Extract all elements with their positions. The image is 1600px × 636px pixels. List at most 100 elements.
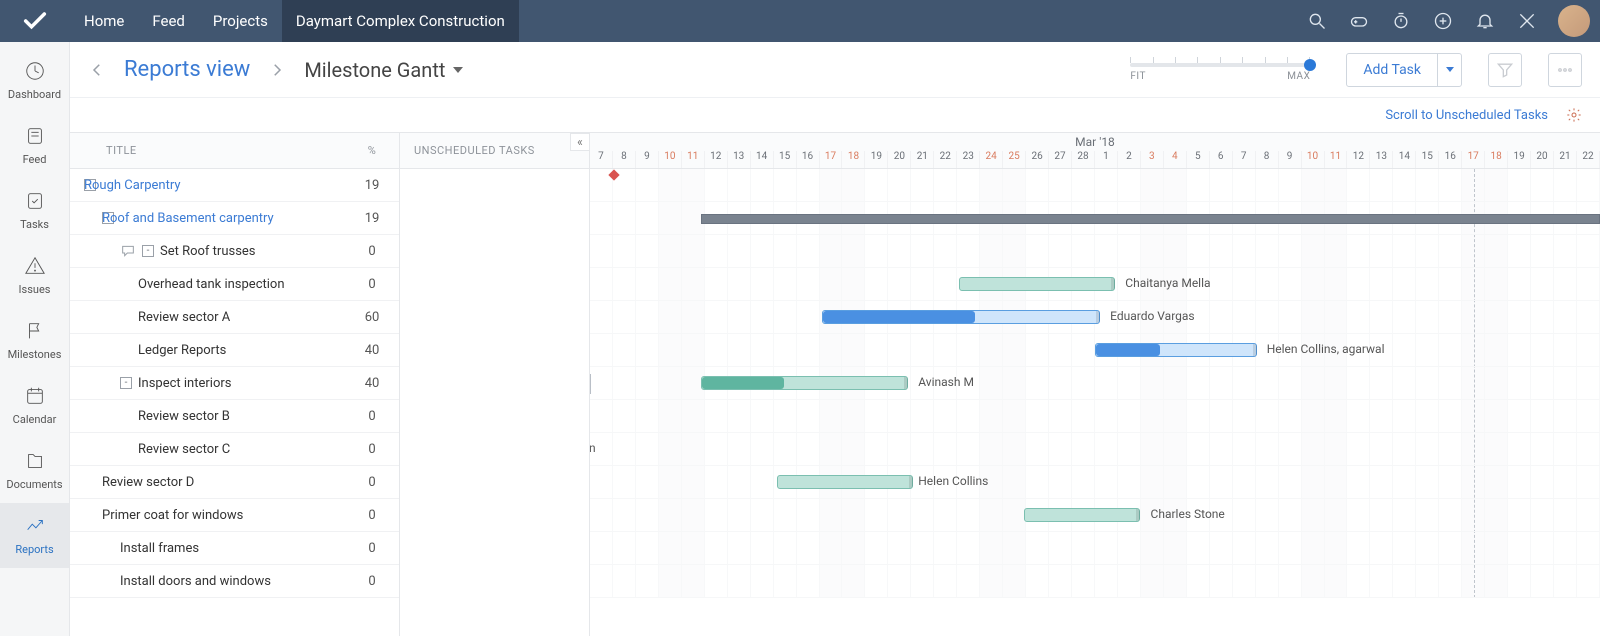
sidenav-reports[interactable]: Reports [0, 503, 69, 568]
col-header-title[interactable]: TITLE [70, 144, 345, 157]
expander-icon[interactable]: - [120, 377, 132, 389]
add-task-dropdown[interactable] [1437, 54, 1461, 86]
bell-icon[interactable] [1464, 0, 1506, 42]
task-label[interactable]: Ledger Reports [138, 343, 226, 358]
task-label[interactable]: Review sector A [138, 310, 230, 325]
filter-button[interactable] [1488, 53, 1522, 87]
nav-projects[interactable]: Projects [199, 0, 282, 42]
zoom-slider[interactable]: FITMAX [1130, 57, 1310, 82]
nav-feed[interactable]: Feed [138, 0, 199, 42]
task-label[interactable]: Set Roof trusses [160, 244, 256, 259]
gantt-bar[interactable] [959, 277, 1116, 291]
task-label[interactable]: Review sector D [102, 475, 194, 490]
app-logo[interactable] [0, 0, 70, 42]
task-percent: 0 [345, 409, 399, 424]
task-row[interactable]: Primer coat for windows0 [70, 499, 399, 532]
gantt-summary-bar[interactable] [701, 214, 1600, 224]
collapse-unscheduled-icon[interactable]: « [570, 133, 590, 151]
nav-home[interactable]: Home [70, 0, 138, 42]
task-label[interactable]: Install frames [120, 541, 199, 556]
more-button[interactable] [1548, 53, 1582, 87]
scroll-to-unscheduled-link[interactable]: Scroll to Unscheduled Tasks [1385, 108, 1548, 123]
task-label[interactable]: Inspect interiors [138, 376, 231, 391]
bar-resize-handle[interactable] [1253, 344, 1257, 356]
task-row[interactable]: Review sector B 0 [70, 400, 399, 433]
task-row[interactable]: Install frames0 [70, 532, 399, 565]
back-arrow-icon[interactable] [88, 61, 106, 79]
gantt-bar[interactable] [1095, 343, 1257, 357]
task-row[interactable]: Ledger Reports40 [70, 334, 399, 367]
gantt-row: Helen [590, 433, 1600, 466]
gantt-row: Helen Collins [590, 466, 1600, 499]
sidenav-milestones[interactable]: Milestones [0, 308, 69, 373]
reports-view-link[interactable]: Reports view [124, 57, 250, 82]
task-label[interactable]: Primer coat for windows [102, 508, 243, 523]
task-row[interactable]: -Set Roof trusses 0 [70, 235, 399, 268]
sidenav-issues[interactable]: Issues [0, 243, 69, 308]
gantt-day: 18 [842, 151, 865, 169]
task-label[interactable]: Review sector B [138, 409, 230, 424]
sidenav-label: Documents [6, 478, 62, 491]
task-row[interactable]: Review sector C0 [70, 433, 399, 466]
gantt-day: 25 [1003, 151, 1026, 169]
user-avatar[interactable] [1558, 5, 1590, 37]
gantt-bar[interactable] [1024, 508, 1140, 522]
gantt-day: 17 [1462, 151, 1485, 169]
gantt-day: 7 [1233, 151, 1256, 169]
search-icon[interactable] [1296, 0, 1338, 42]
milestone-diamond[interactable] [609, 169, 620, 180]
sidenav-calendar[interactable]: Calendar [0, 373, 69, 438]
bar-resize-handle[interactable] [1111, 278, 1115, 290]
sidenav-feed[interactable]: Feed [0, 113, 69, 178]
gamepad-icon[interactable] [1338, 0, 1380, 42]
settings-icon[interactable] [1566, 107, 1582, 123]
gantt-day-row: 7891011121314151617181920212223242526272… [590, 151, 1600, 169]
gantt-row: Eduardo Vargas [590, 301, 1600, 334]
gantt-bar-label: Eduardo Vargas [1110, 309, 1194, 323]
gantt-day: 12 [1347, 151, 1370, 169]
task-percent: 0 [345, 244, 399, 259]
sidenav-documents[interactable]: Documents [0, 438, 69, 503]
task-label[interactable]: Review sector C [138, 442, 230, 457]
task-label[interactable]: Install doors and windows [120, 574, 271, 589]
task-label[interactable]: Rough Carpentry [84, 178, 181, 193]
zoom-thumb[interactable] [1304, 59, 1316, 71]
nav-current-project[interactable]: Daymart Complex Construction [282, 0, 519, 42]
view-selector[interactable]: Milestone Gantt [304, 58, 463, 82]
gantt-bar[interactable] [701, 376, 908, 390]
gantt-day: 7 [590, 151, 613, 169]
gantt-day: 21 [1554, 151, 1577, 169]
task-row[interactable]: Overhead tank inspection 0 [70, 268, 399, 301]
add-icon[interactable] [1422, 0, 1464, 42]
gantt-day: 8 [1256, 151, 1279, 169]
col-header-percent[interactable]: % [345, 144, 399, 157]
task-row[interactable]: -Roof and Basement carpentry19 [70, 202, 399, 235]
gantt-bar-label: Charles Stone [1151, 507, 1225, 521]
task-percent: 0 [345, 277, 399, 292]
expander-icon[interactable]: - [142, 245, 154, 257]
bar-resize-handle[interactable] [1096, 311, 1100, 323]
gantt-day: 19 [865, 151, 888, 169]
timer-icon[interactable] [1380, 0, 1422, 42]
task-row[interactable]: Review sector A60 [70, 301, 399, 334]
task-row[interactable]: -Inspect interiors40 [70, 367, 399, 400]
task-row[interactable]: Install doors and windows0 [70, 565, 399, 598]
gantt-bar[interactable] [822, 310, 1100, 324]
gantt-body[interactable]: Charles Stone, John MarshChaitanya Mella… [590, 169, 1600, 598]
tools-icon[interactable] [1506, 0, 1548, 42]
add-task-button[interactable]: Add Task [1347, 62, 1437, 78]
gantt-day: 9 [636, 151, 659, 169]
task-row[interactable]: Review sector D0 [70, 466, 399, 499]
gantt-bar-label: Chaitanya Mella [1125, 276, 1210, 290]
bar-resize-handle[interactable] [909, 476, 913, 488]
comment-icon[interactable] [120, 243, 136, 259]
gantt-bar[interactable] [777, 475, 913, 489]
bar-resize-handle[interactable] [904, 377, 908, 389]
sidenav-tasks[interactable]: Tasks [0, 178, 69, 243]
task-label[interactable]: Overhead tank inspection [138, 277, 285, 292]
task-label[interactable]: Roof and Basement carpentry [102, 211, 274, 226]
sidenav-dashboard[interactable]: Dashboard [0, 48, 69, 113]
gantt-day: 26 [1026, 151, 1049, 169]
bar-resize-handle[interactable] [1136, 509, 1140, 521]
task-row[interactable]: -Rough Carpentry19 [70, 169, 399, 202]
